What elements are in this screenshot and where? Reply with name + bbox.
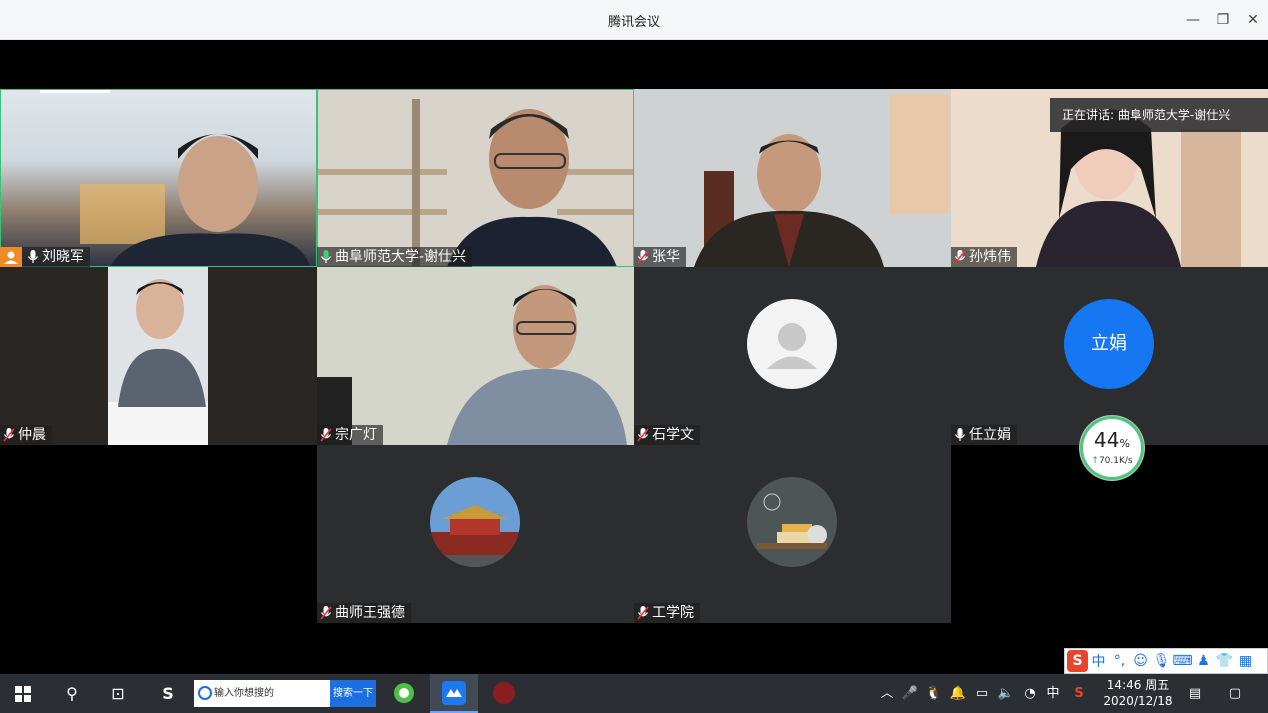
notification-center-icon[interactable]: ▢: [1224, 674, 1246, 713]
video-tile[interactable]: 石学文: [634, 267, 951, 445]
battery-icon[interactable]: ▭: [971, 674, 993, 713]
network-speed-widget[interactable]: 44% ↑70.1K/s: [1080, 416, 1144, 480]
participant-name-tag: 工学院: [634, 603, 700, 623]
mic-muted-icon: [3, 428, 15, 442]
notes-icon[interactable]: ▤: [1184, 674, 1206, 713]
video-tile[interactable]: 曲师王强德: [317, 445, 634, 623]
clock-date: 2020/12/18: [1103, 694, 1173, 708]
video-tile[interactable]: 张华: [634, 89, 951, 267]
participant-name-tag: 曲阜师范大学-谢仕兴: [317, 247, 473, 267]
default-avatar-icon: [747, 299, 837, 389]
browser-search-input[interactable]: 输入你想搜的: [194, 680, 330, 707]
skin-icon[interactable]: 👕: [1214, 653, 1235, 669]
window-title: 腾讯会议: [607, 15, 660, 30]
mic-tray-icon[interactable]: 🎤: [899, 674, 921, 713]
participant-name-tag: 石学文: [634, 425, 700, 445]
avatar: [747, 477, 837, 567]
search-button[interactable]: 搜索一下: [330, 680, 376, 707]
keyboard-icon[interactable]: ⌨: [1172, 653, 1193, 669]
video-feed: [317, 267, 634, 445]
user-icon[interactable]: ♟: [1193, 653, 1214, 669]
title-bar: 腾讯会议 — ❐ ✕: [0, 0, 1268, 40]
restore-button[interactable]: ❐: [1211, 8, 1235, 32]
volume-icon[interactable]: 🔈: [995, 674, 1017, 713]
network-speed: ↑70.1K/s: [1091, 456, 1133, 466]
participant-name-tag: 张华: [634, 247, 686, 267]
participant-name-tag: 孙炜伟: [951, 247, 1017, 267]
mic-muted-icon: [954, 250, 966, 264]
speaking-indicator: 正在讲话: 曲阜师范大学-谢仕兴: [1050, 98, 1268, 132]
avatar: [430, 477, 520, 567]
participant-name: 曲师王强德: [335, 605, 405, 621]
participant-name-tag: 宗广灯: [317, 425, 383, 445]
participant-name: 宗广灯: [335, 427, 377, 443]
clock-time: 14:46 周五: [1106, 678, 1170, 692]
participant-name: 石学文: [652, 427, 694, 443]
ime-indicator[interactable]: 中: [1042, 674, 1064, 713]
meeting-window: 腾讯会议 — ❐ ✕ 刘晓军 曲阜师范大学-谢仕兴 张华 孙炜伟 仲晨 宗广灯 …: [0, 0, 1268, 713]
avatar: 立娟: [1064, 299, 1154, 389]
participant-name: 仲晨: [18, 427, 46, 443]
participant-name: 任立娟: [969, 427, 1011, 443]
participant-name-tag: 刘晓军: [0, 247, 90, 267]
wifi-icon[interactable]: ◔: [1019, 674, 1041, 713]
participant-name-tag: 任立娟: [951, 425, 1017, 445]
mic-icon: [28, 250, 38, 263]
app-launcher-icon[interactable]: S: [146, 674, 190, 713]
qq-icon[interactable]: 🐧: [923, 674, 945, 713]
participant-name-tag: 仲晨: [0, 425, 52, 445]
video-tile[interactable]: 宗广灯: [317, 267, 634, 445]
video-feed: [40, 89, 310, 267]
mic-icon: [321, 250, 331, 263]
tencent-meeting-taskbar-icon[interactable]: [430, 674, 478, 713]
browser-icon[interactable]: [384, 674, 424, 713]
host-icon: [0, 247, 22, 267]
participant-name-tag: 曲师王强德: [317, 603, 411, 623]
mic-muted-icon: [637, 606, 649, 620]
sogou-logo-icon[interactable]: S: [1067, 650, 1088, 672]
start-button[interactable]: [0, 674, 46, 713]
sogou-tray-icon[interactable]: S: [1068, 674, 1090, 713]
ime-toolbar: S 中 °, ☺ 🎙 ⌨ ♟ 👕 ▦: [1064, 648, 1268, 674]
participant-name: 刘晓军: [42, 249, 84, 265]
windows-logo-icon: [15, 686, 31, 702]
chevron-up-icon[interactable]: ︿: [876, 674, 898, 713]
windows-taskbar: ⚲ ⊡ S 输入你想搜的 搜索一下 ︿ 🎤 🐧 🔔 ▭ 🔈 ◔ 中 S 14:4…: [0, 674, 1268, 713]
mic-icon: [955, 428, 965, 441]
app-icon[interactable]: [484, 674, 524, 713]
video-feed: [634, 89, 951, 267]
participant-name: 工学院: [652, 605, 694, 621]
ime-mode-toggle[interactable]: 中: [1088, 651, 1109, 671]
mic-muted-icon: [637, 250, 649, 264]
video-tile[interactable]: 工学院: [634, 445, 951, 623]
emoji-icon[interactable]: ☺: [1130, 653, 1151, 669]
system-clock[interactable]: 14:46 周五 2020/12/18: [1100, 677, 1176, 709]
mic-muted-icon: [320, 428, 332, 442]
video-feed: [108, 267, 208, 445]
participant-name: 曲阜师范大学-谢仕兴: [335, 249, 467, 265]
video-tile[interactable]: 仲晨: [0, 267, 317, 445]
close-button[interactable]: ✕: [1241, 8, 1265, 32]
voice-input-icon[interactable]: 🎙: [1151, 653, 1172, 669]
participant-name: 孙炜伟: [969, 249, 1011, 265]
minimize-button[interactable]: —: [1181, 8, 1205, 32]
mic-muted-icon: [637, 428, 649, 442]
network-percent: 44%: [1094, 428, 1130, 452]
toolbox-icon[interactable]: ▦: [1235, 653, 1256, 669]
video-tile[interactable]: 刘晓军: [0, 89, 317, 267]
punctuation-icon[interactable]: °,: [1109, 653, 1130, 669]
search-icon[interactable]: ⚲: [50, 674, 94, 713]
video-feed: [317, 89, 634, 267]
bell-icon[interactable]: 🔔: [947, 674, 969, 713]
ie-icon: [198, 686, 212, 700]
video-tile[interactable]: 曲阜师范大学-谢仕兴: [317, 89, 634, 267]
mic-muted-icon: [320, 606, 332, 620]
task-view-icon[interactable]: ⊡: [96, 674, 140, 713]
participant-name: 张华: [652, 249, 680, 265]
